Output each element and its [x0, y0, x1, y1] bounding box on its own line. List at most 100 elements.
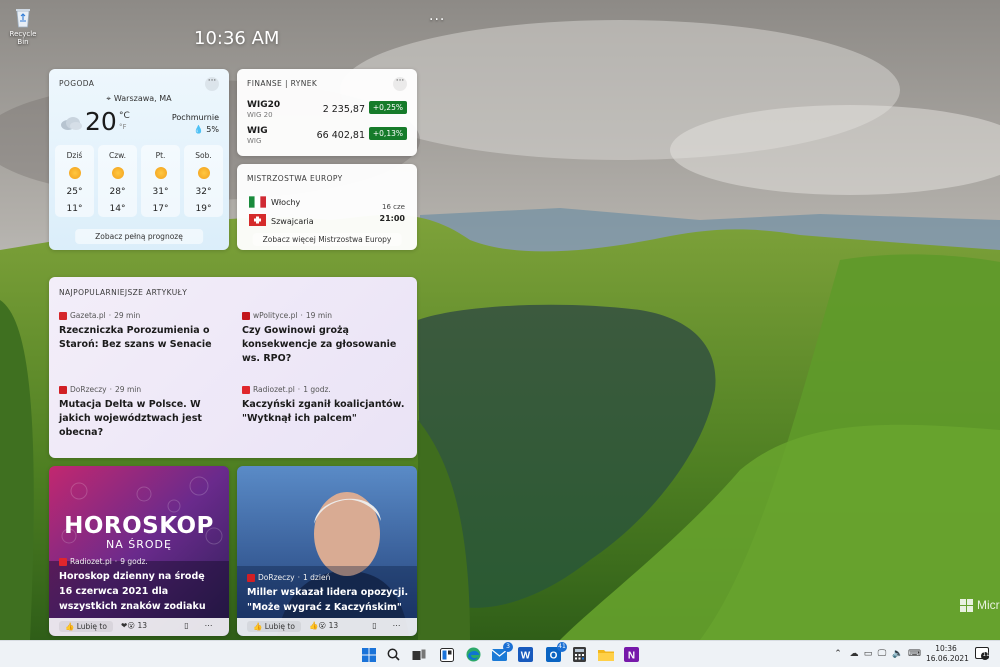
onenote-button[interactable]: N — [622, 645, 641, 664]
euro-championship-widget[interactable]: MISTRZOSTWA EUROPY Włochy Szwajcaria 16 … — [237, 164, 417, 250]
card-more-button[interactable]: ⋯ — [203, 621, 214, 632]
article-item[interactable]: Radiozet.pl · 1 godz. Kaczyński zganił koa… — [242, 385, 407, 426]
save-icon[interactable]: ▯ — [181, 621, 192, 632]
onenote-icon: N — [624, 647, 639, 662]
article-time: 29 min — [114, 311, 141, 320]
article-time: 19 min — [305, 311, 332, 320]
edge-button[interactable] — [464, 645, 483, 664]
finance-more-button[interactable]: ··· — [393, 77, 407, 91]
stock-value: 66 402,81 — [316, 130, 365, 141]
article-item[interactable]: DoRzeczy · 29 min Mutacja Delta w Polsce. … — [59, 385, 224, 440]
watermark: Micr — [960, 598, 1000, 612]
temperature-units[interactable]: °C °F — [119, 111, 130, 133]
taskbar-clock[interactable]: 10:36 16.06.2021 — [926, 644, 969, 664]
weather-widget[interactable]: POGODA ··· ⌖ Warszawa, MA 20 °C °F Pochmu… — [49, 69, 229, 250]
weather-location[interactable]: ⌖ Warszawa, MA — [49, 94, 229, 104]
source-name: wPolityce.pl — [253, 311, 298, 320]
search-button[interactable] — [384, 645, 403, 664]
unit-celsius[interactable]: °C — [119, 111, 130, 121]
euro-more-button[interactable]: Zobacz więcej Mistrzostwa Europy — [252, 233, 402, 246]
stock-row[interactable]: WIG WIG 66 402,81 +0,13% — [247, 126, 407, 150]
stock-change-badge: +0,25% — [368, 101, 407, 114]
horoscope-image-line1: HOROSKOP — [64, 513, 214, 539]
italy-flag-icon — [249, 196, 266, 208]
miller-text: DoRzeczy · 1 dzień Miller wskazał lidera o… — [247, 573, 409, 615]
display-icon[interactable]: ▭ — [862, 648, 874, 660]
location-pin-icon: ⌖ — [106, 94, 111, 103]
taskbar-date: 16.06.2021 — [926, 654, 969, 663]
day-name: Czw. — [108, 151, 126, 160]
source-name: DoRzeczy — [70, 385, 107, 394]
stock-row[interactable]: WIG20 WIG 20 2 235,87 +0,25% — [247, 100, 407, 124]
forecast-day[interactable]: Czw. 28° 14° — [98, 145, 137, 217]
partly-sunny-icon — [68, 167, 81, 179]
horoscope-image-title: HOROSKOP NA ŚRODĘ — [49, 513, 229, 551]
day-name: Sob. — [195, 151, 212, 160]
like-button[interactable]: 👍 Lubię to — [247, 621, 301, 632]
save-icon[interactable]: ▯ — [369, 621, 380, 632]
weather-more-button[interactable]: ··· — [205, 77, 219, 91]
article-item[interactable]: Gazeta.pl · 29 min Rzeczniczka Porozumieni… — [59, 311, 224, 352]
precipitation-value: 5% — [206, 125, 219, 134]
card-action-bar: 👍 Lubię to 👍😮 13 ▯ ⋯ — [237, 618, 417, 636]
unit-fahrenheit[interactable]: °F — [119, 122, 130, 133]
network-icon[interactable]: 🖵 — [876, 648, 888, 660]
recycle-bin-desktop-icon[interactable]: Recycle Bin — [4, 6, 42, 46]
day-low: 11° — [66, 204, 83, 214]
stock-value: 2 235,87 — [322, 104, 365, 115]
match-datetime: 16 cze 21:00 — [380, 202, 405, 225]
svg-text:N: N — [628, 651, 635, 662]
edge-icon — [466, 647, 481, 662]
widgets-button[interactable] — [437, 645, 456, 664]
sunny-icon — [154, 167, 167, 179]
finance-title: FINANSE | RYNEK — [247, 79, 318, 88]
horoscope-news-card[interactable]: HOROSKOP NA ŚRODĘ Radiozet.pl · 9 godz. Ho… — [49, 466, 229, 636]
onedrive-icon[interactable]: ☁ — [848, 648, 860, 660]
radiozet-logo-icon — [242, 385, 250, 394]
card-title[interactable]: Horoskop dzienny na środę 16 czerwca 202… — [59, 569, 221, 614]
board-more-options-button[interactable]: ··· — [429, 12, 445, 28]
calculator-button[interactable] — [570, 645, 589, 664]
reaction-count: 13 — [328, 621, 339, 630]
file-explorer-button[interactable] — [596, 645, 615, 664]
card-more-button[interactable]: ⋯ — [391, 621, 402, 632]
notification-count: 11 — [982, 652, 990, 658]
chevron-up-icon[interactable]: ⌃ — [832, 648, 844, 660]
forecast-day[interactable]: Dziś 25° 11° — [55, 145, 94, 217]
widget-board-time: 10:36 AM — [194, 28, 280, 49]
like-button[interactable]: 👍 Lubię to — [59, 621, 113, 632]
sunny-icon — [197, 167, 210, 179]
word-icon: W — [518, 647, 533, 662]
article-item[interactable]: wPolityce.pl · 19 min Czy Gowinowi grożą k… — [242, 311, 407, 366]
mail-button[interactable]: 3 — [490, 642, 513, 664]
article-source: Radiozet.pl · 1 godz. — [242, 385, 407, 394]
stock-subtitle: WIG — [247, 137, 262, 145]
forecast-day[interactable]: Pt. 31° 17° — [141, 145, 180, 217]
task-view-icon — [412, 649, 425, 660]
article-title[interactable]: Rzeczniczka Porozumienia o Staroń: Bez s… — [59, 324, 224, 352]
notification-center-button[interactable]: 11 — [975, 647, 990, 661]
start-button[interactable] — [359, 645, 378, 664]
finance-widget[interactable]: FINANSE | RYNEK ··· WIG20 WIG 20 2 235,8… — [237, 69, 417, 156]
forecast-day[interactable]: Sob. 32° 19° — [184, 145, 223, 217]
keyboard-icon[interactable]: ⌨ — [908, 648, 921, 660]
card-action-bar: 👍 Lubię to ❤😮 13 ▯ ⋯ — [49, 618, 229, 636]
gazeta-logo-icon — [59, 311, 67, 320]
cloudy-icon — [61, 117, 82, 130]
volume-icon[interactable]: 🔈 — [892, 648, 904, 660]
miller-news-card[interactable]: DoRzeczy · 1 dzień Miller wskazał lidera o… — [237, 466, 417, 636]
article-title[interactable]: Czy Gowinowi grożą konsekwencje za głoso… — [242, 324, 407, 366]
weather-title: POGODA — [59, 79, 95, 88]
full-forecast-button[interactable]: Zobacz pełną prognozę — [75, 229, 203, 244]
stock-symbol: WIG — [247, 126, 268, 136]
word-button[interactable]: W — [516, 645, 535, 664]
article-title[interactable]: Mutacja Delta w Polsce. W jakich wojewód… — [59, 398, 224, 440]
article-title[interactable]: Kaczyński zganił koalicjantów. "Wytknął … — [242, 398, 407, 426]
reaction-emoji-icon: ❤😮 — [121, 621, 136, 630]
forecast-days: Dziś 25° 11° Czw. 28° 14° Pt. 31° 17° So… — [55, 145, 223, 217]
outlook-button[interactable]: O 41 — [544, 642, 567, 664]
card-title[interactable]: Miller wskazał lidera opozycji. "Może wy… — [247, 585, 409, 615]
taskbar: 3 W O 41 N ⌃ ☁ ▭ 🖵 🔈 ⌨ 10:36 16.06.2021 — [0, 640, 1000, 667]
day-high: 28° — [109, 187, 126, 197]
task-view-button[interactable] — [409, 645, 428, 664]
